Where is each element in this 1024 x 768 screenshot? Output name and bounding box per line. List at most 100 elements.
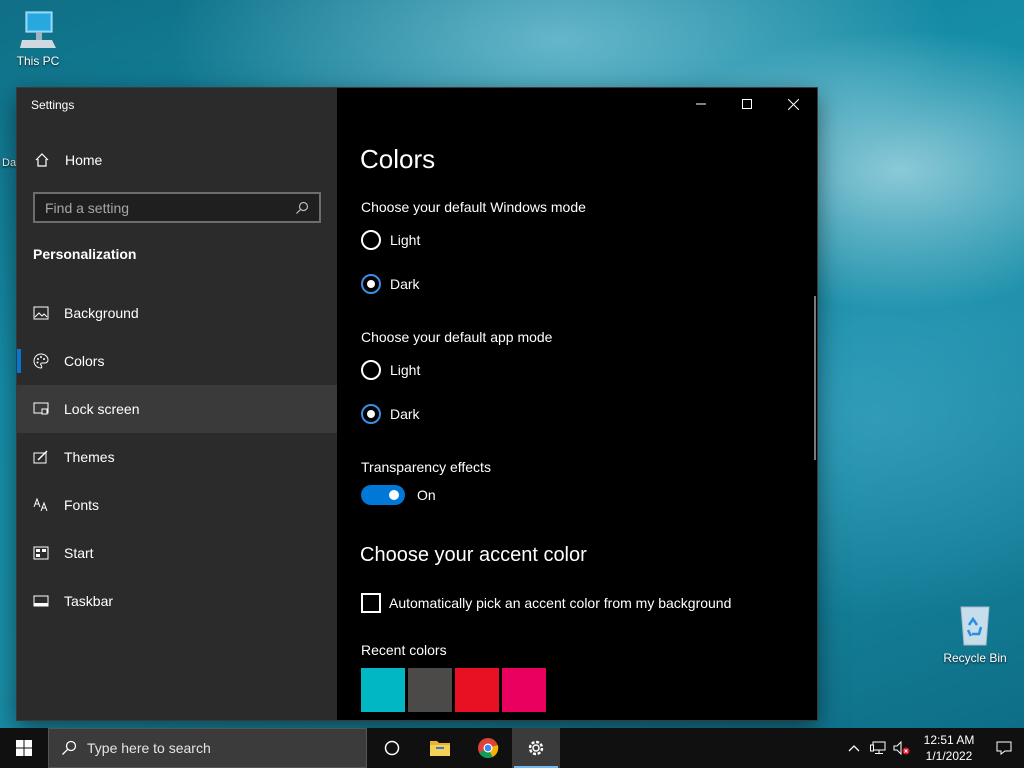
sidebar-item-label: Colors (64, 353, 105, 369)
start-icon (33, 545, 49, 561)
sidebar-item-home[interactable]: Home (17, 140, 337, 180)
minimize-button[interactable] (678, 88, 724, 120)
color-swatch[interactable] (502, 668, 546, 712)
chevron-up-icon (848, 745, 860, 752)
section-title: Personalization (33, 246, 137, 262)
clock-time: 12:51 AM (923, 733, 975, 747)
task-view-icon (384, 740, 400, 756)
lock-screen-icon (33, 401, 49, 417)
minimize-icon (696, 103, 706, 105)
sidebar-item-label: Taskbar (64, 593, 114, 609)
gear-icon (528, 740, 544, 756)
find-setting-input[interactable]: Find a setting (33, 192, 321, 223)
page-title: Colors (360, 144, 436, 174)
windows-mode-heading: Choose your default Windows mode (361, 199, 586, 215)
radio-label: Dark (390, 406, 420, 422)
search-icon (62, 740, 77, 755)
recycle-bin-desktop-icon[interactable]: Recycle Bin (937, 603, 1013, 665)
this-pc-label: This PC (16, 54, 60, 68)
checkbox-label: Automatically pick an accent color from … (389, 595, 732, 611)
sidebar-item-fonts[interactable]: Fonts (17, 481, 337, 529)
show-hidden-icons-button[interactable] (842, 728, 866, 768)
clock[interactable]: 12:51 AM 1/1/2022 (914, 732, 984, 764)
windows-logo-icon (16, 740, 32, 756)
file-explorer-button[interactable] (416, 728, 464, 768)
color-swatch[interactable] (408, 668, 452, 712)
recycle-bin-label: Recycle Bin (943, 651, 1007, 665)
maximize-button[interactable] (724, 88, 770, 120)
transparency-toggle-row: On (361, 485, 436, 505)
sidebar-item-background[interactable]: Background (17, 289, 337, 337)
app-mode-dark-radio[interactable]: Dark (361, 404, 420, 424)
sidebar-item-themes[interactable]: Themes (17, 433, 337, 481)
radio-circle (361, 274, 381, 294)
close-icon (787, 98, 799, 110)
sidebar: Settings Home Find a setting Personaliza… (17, 88, 337, 720)
settings-taskbar-button[interactable] (512, 728, 560, 768)
sidebar-item-label: Themes (64, 449, 115, 465)
computer-icon (20, 11, 56, 48)
taskbar-search-placeholder: Type here to search (87, 740, 211, 756)
taskbar-search-box[interactable]: Type here to search (48, 728, 367, 768)
radio-label: Dark (390, 276, 420, 292)
network-icon (870, 741, 886, 754)
close-button[interactable] (770, 88, 816, 120)
settings-window: Settings Home Find a setting Personaliza… (17, 88, 817, 720)
sidebar-item-lock-screen[interactable]: Lock screen (17, 385, 337, 433)
themes-icon (33, 449, 49, 465)
radio-circle (361, 360, 381, 380)
auto-accent-checkbox[interactable] (361, 593, 381, 613)
picture-icon (33, 305, 49, 321)
radio-circle (361, 230, 381, 250)
transparency-toggle[interactable] (361, 485, 405, 505)
recent-colors-label: Recent colors (361, 642, 447, 658)
scrollbar[interactable] (814, 296, 816, 460)
search-icon (296, 201, 309, 214)
task-view-button[interactable] (368, 728, 416, 768)
taskbar: Type here to search 12:51 AM 1/1/2022 (0, 728, 1024, 768)
start-button[interactable] (0, 728, 48, 768)
color-swatch[interactable] (455, 668, 499, 712)
partial-desktop-label: Da (2, 157, 17, 169)
radio-label: Light (390, 232, 421, 248)
radio-label: Light (390, 362, 421, 378)
sidebar-item-label: Background (64, 305, 139, 321)
maximize-icon (742, 99, 752, 109)
chrome-button[interactable] (464, 728, 512, 768)
colors-page: Colors Choose your default Windows mode … (337, 88, 817, 720)
system-tray: 12:51 AM 1/1/2022 (842, 728, 1024, 768)
recycle-bin-icon (960, 606, 990, 646)
recent-colors-swatches (361, 668, 546, 712)
sidebar-item-taskbar[interactable]: Taskbar (17, 577, 337, 625)
taskbar-icon (33, 593, 49, 609)
transparency-heading: Transparency effects (361, 459, 491, 475)
sidebar-item-label: Fonts (64, 497, 100, 513)
search-placeholder: Find a setting (45, 199, 130, 216)
clock-date: 1/1/2022 (925, 749, 973, 763)
network-button[interactable] (866, 728, 890, 768)
sidebar-item-label: Lock screen (64, 401, 140, 417)
palette-icon (33, 353, 49, 369)
volume-button[interactable] (890, 728, 914, 768)
windows-mode-light-radio[interactable]: Light (361, 230, 420, 250)
accent-color-heading: Choose your accent color (360, 544, 587, 566)
this-pc-desktop-icon[interactable]: This PC (0, 10, 76, 68)
folder-icon (430, 741, 450, 756)
home-label: Home (65, 152, 103, 168)
volume-muted-icon (893, 741, 910, 755)
windows-mode-dark-radio[interactable]: Dark (361, 274, 420, 294)
app-mode-light-radio[interactable]: Light (361, 360, 420, 380)
sidebar-item-start[interactable]: Start (17, 529, 337, 577)
home-icon (35, 153, 49, 167)
fonts-icon (33, 497, 49, 513)
sidebar-item-label: Start (64, 545, 94, 561)
color-swatch[interactable] (361, 668, 405, 712)
app-mode-heading: Choose your default app mode (361, 329, 553, 345)
notification-icon (996, 741, 1012, 755)
sidebar-item-colors[interactable]: Colors (17, 337, 337, 385)
auto-accent-checkbox-row[interactable]: Automatically pick an accent color from … (361, 593, 731, 613)
window-title: Settings (31, 98, 75, 112)
action-center-button[interactable] (984, 728, 1024, 768)
radio-circle (361, 404, 381, 424)
toggle-state-label: On (417, 487, 436, 503)
